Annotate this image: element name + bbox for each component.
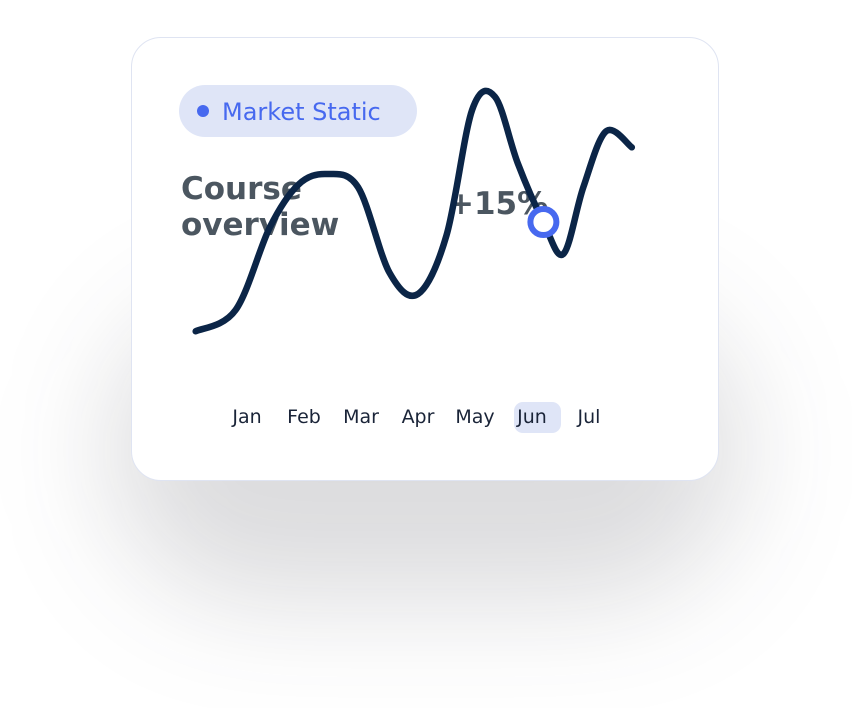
month-label-jul[interactable]: Jul [578, 404, 601, 430]
course-overview-card: Market Static Course overview +15% Jan Fe… [131, 37, 719, 481]
month-label-apr[interactable]: Apr [402, 404, 435, 430]
highlight-point[interactable] [527, 206, 560, 238]
month-label-jun[interactable]: Jun [517, 404, 547, 430]
month-label-may[interactable]: May [455, 404, 494, 430]
month-label-jan[interactable]: Jan [232, 404, 261, 430]
month-label-feb[interactable]: Feb [287, 404, 321, 430]
month-label-mar[interactable]: Mar [343, 404, 379, 430]
series-line [192, 87, 636, 335]
